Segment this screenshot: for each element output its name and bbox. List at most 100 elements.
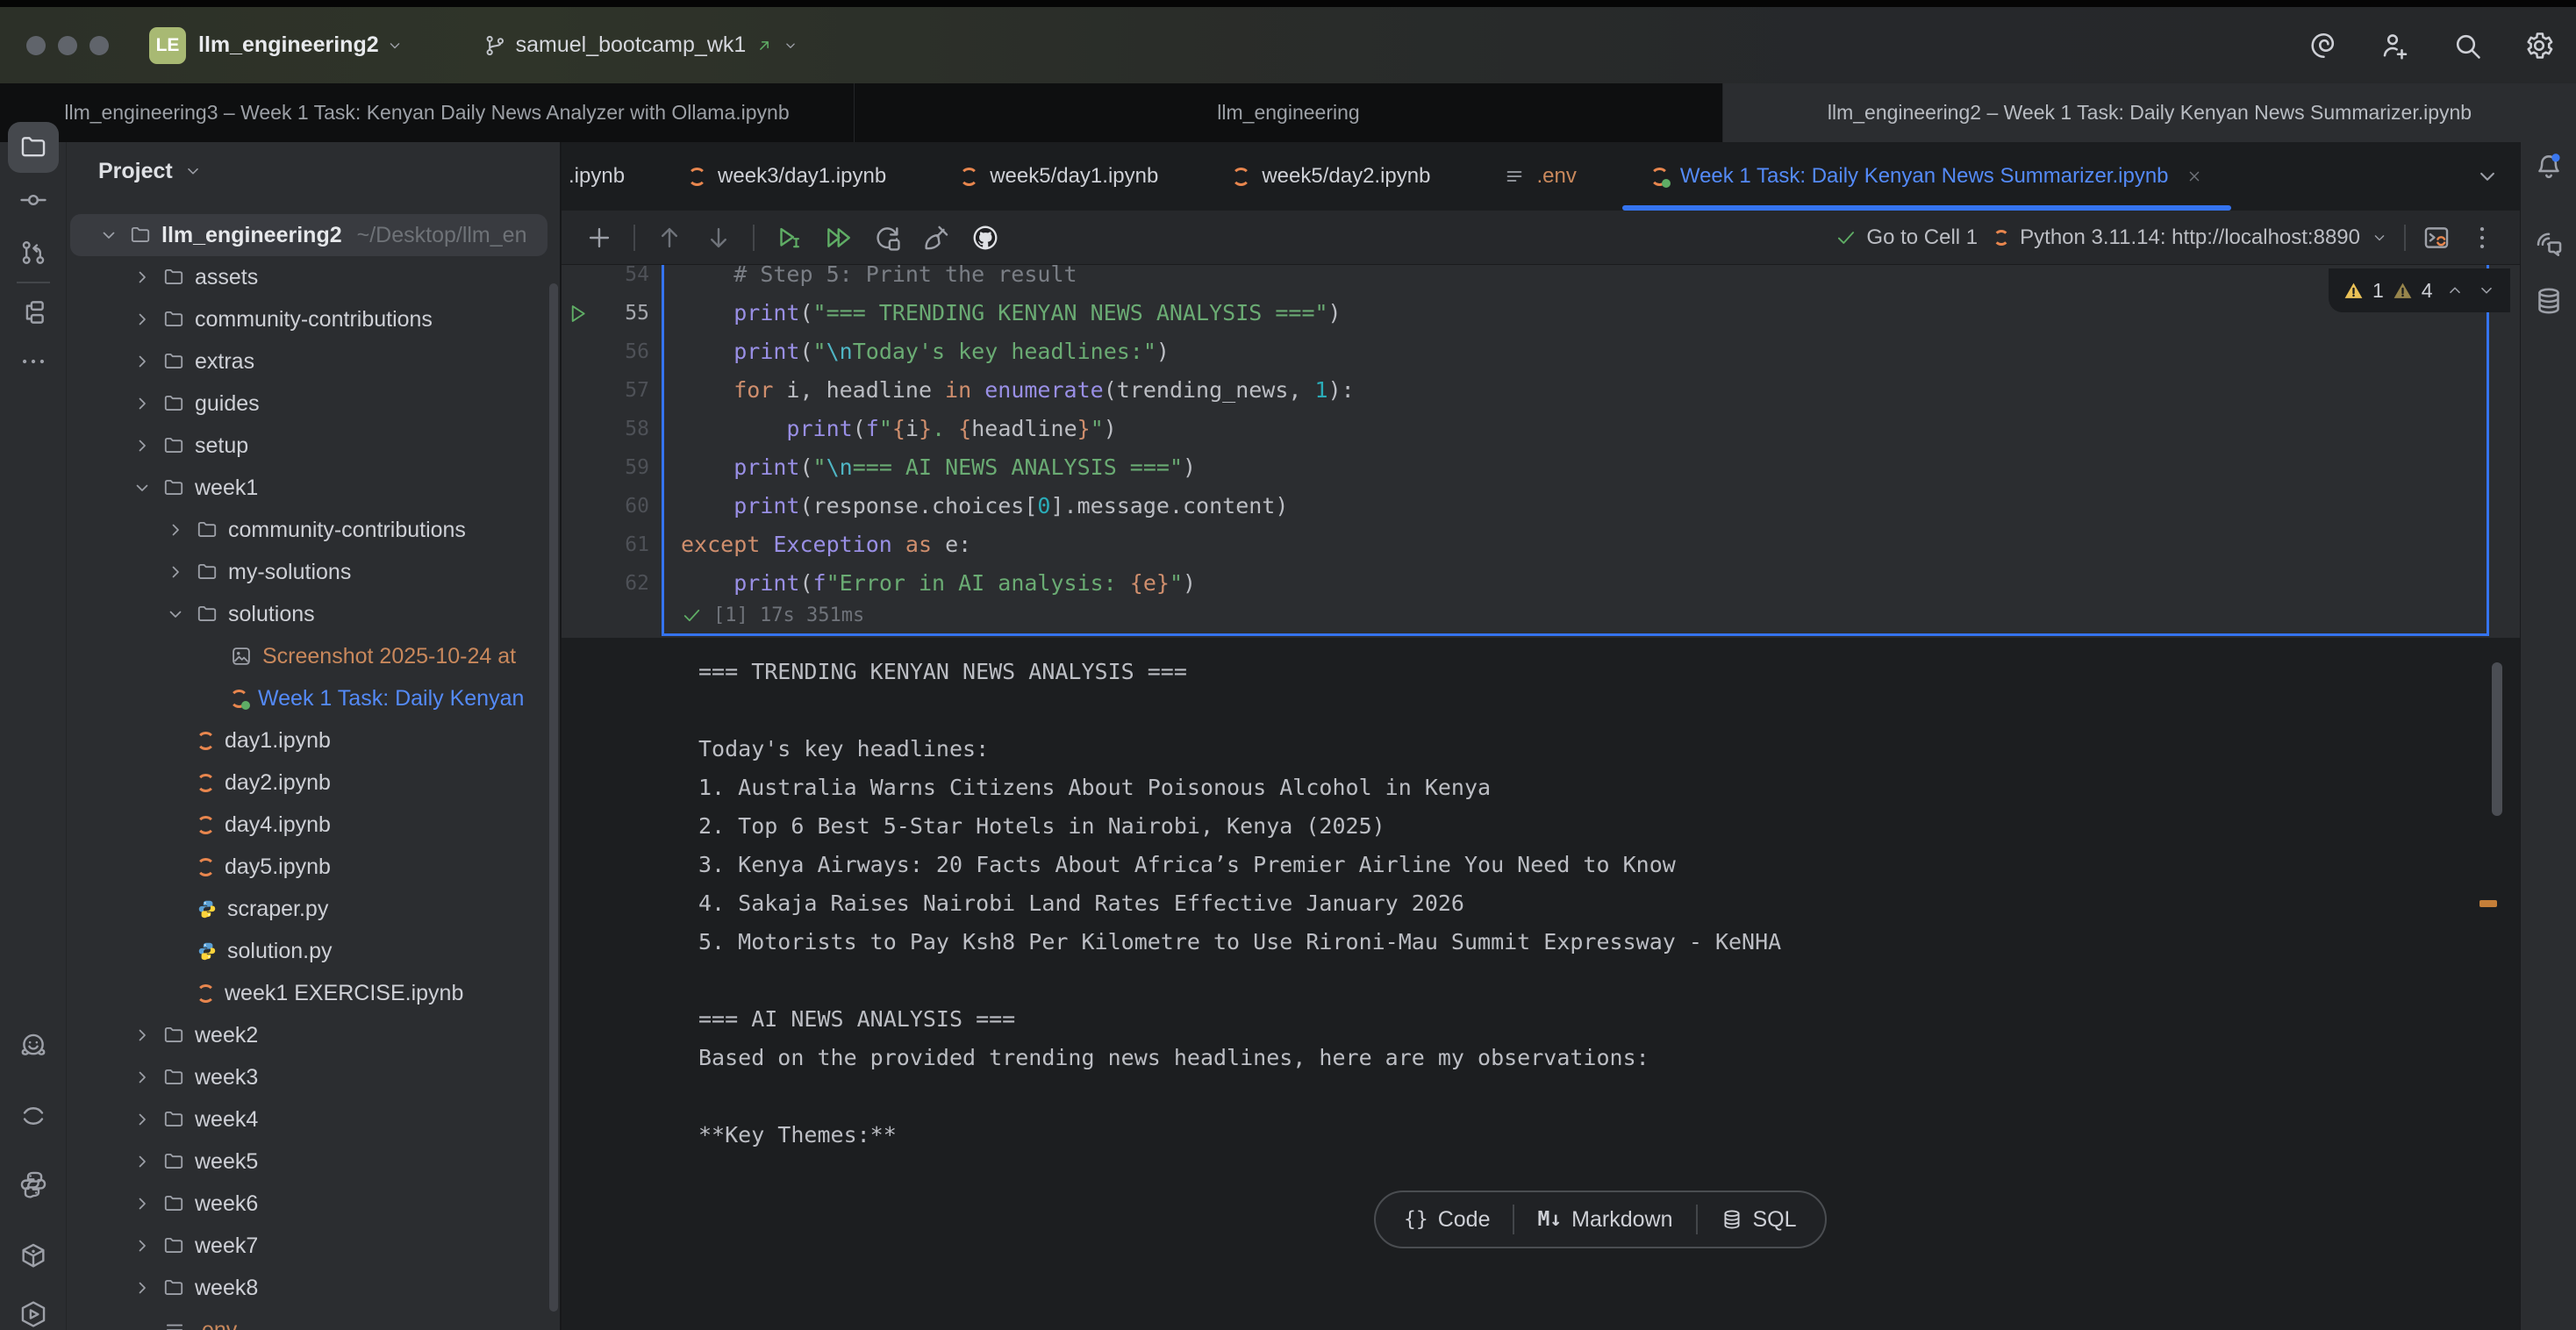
settings-button[interactable]	[2523, 30, 2555, 61]
tree-item-week4[interactable]: week4	[70, 1098, 547, 1141]
tree-item-week1-exercise-ipynb[interactable]: week1 EXERCISE.ipynb	[70, 972, 547, 1014]
go-to-cell-button[interactable]: Go to Cell 1	[1835, 225, 1978, 250]
editor-tab[interactable]: Week 1 Task: Daily Kenyan News Summarize…	[1614, 142, 2240, 211]
tree-item-solutions[interactable]: solutions	[70, 593, 547, 635]
notebook-toolbar: Go to Cell 1 Python 3.11.14: http://loca…	[562, 211, 2520, 265]
close-window-button[interactable]	[26, 36, 46, 55]
window-controls[interactable]	[26, 36, 109, 55]
tree-item-week-1-task-daily-kenyan[interactable]: Week 1 Task: Daily Kenyan	[70, 677, 547, 719]
move-down-button[interactable]	[704, 223, 733, 253]
structure-tool-icon	[18, 297, 48, 327]
tree-item-community-contributions[interactable]: community-contributions	[70, 509, 547, 551]
clear-outputs-button[interactable]	[921, 223, 951, 253]
run-tool-button[interactable]	[8, 1289, 59, 1330]
jupyter-console-button[interactable]	[2422, 223, 2451, 253]
tree-item-day5-ipynb[interactable]: day5.ipynb	[70, 846, 547, 888]
hugging-face-tool-button[interactable]	[8, 1020, 59, 1071]
tree-item-extras[interactable]: extras	[70, 340, 547, 383]
switcher-label: Markdown	[1571, 1207, 1672, 1233]
add-sql-cell-button[interactable]: SQL	[1698, 1192, 1820, 1247]
tree-item-day2-ipynb[interactable]: day2.ipynb	[70, 762, 547, 804]
version-control-tool-button[interactable]	[8, 227, 59, 278]
tree-item-guides[interactable]: guides	[70, 383, 547, 425]
cell-focus-border	[2487, 265, 2489, 636]
editor-scrollbar[interactable]	[2492, 662, 2502, 816]
structure-tool-button[interactable]	[8, 287, 59, 338]
tree-item-week3[interactable]: week3	[70, 1056, 547, 1098]
ai-assistant-button[interactable]	[2308, 30, 2339, 61]
chevron-down-icon[interactable]	[386, 37, 404, 54]
project-name[interactable]: llm_engineering2	[198, 32, 379, 58]
tree-item-week1[interactable]: week1	[70, 467, 547, 509]
folder-icon	[162, 1024, 185, 1047]
tree-item-solution-py[interactable]: solution.py	[70, 930, 547, 972]
tree-item-community-contributions[interactable]: community-contributions	[70, 298, 547, 340]
folder-icon	[162, 476, 185, 499]
tree-item-llm-engineering2[interactable]: llm_engineering2~/Desktop/llm_en	[70, 214, 547, 256]
jupyter-tool-button[interactable]	[8, 1090, 59, 1141]
editor-tab[interactable]: week3/day1.ipynb	[651, 142, 923, 211]
python-packages-tool-button[interactable]	[8, 1231, 59, 1282]
maximize-window-button[interactable]	[89, 36, 109, 55]
run-select-button[interactable]	[774, 223, 804, 253]
editor-tab[interactable]: .ipynb	[562, 142, 651, 211]
database-tool-button[interactable]	[2530, 282, 2567, 319]
tree-item-week8[interactable]: week8	[70, 1267, 547, 1309]
tree-chevron-icon	[132, 1067, 153, 1088]
tree-item-day4-ipynb[interactable]: day4.ipynb	[70, 804, 547, 846]
more-options-button[interactable]	[2467, 223, 2497, 253]
tree-item-setup[interactable]: setup	[70, 425, 547, 467]
window-tab[interactable]: llm_engineering2 – Week 1 Task: Daily Ke…	[1723, 83, 2576, 142]
minimize-window-button[interactable]	[58, 36, 77, 55]
window-tab[interactable]: llm_engineering	[855, 83, 1723, 142]
line-number: 62	[562, 564, 649, 603]
editor-tab[interactable]: week5/day1.ipynb	[923, 142, 1195, 211]
editor-tab[interactable]: week5/day2.ipynb	[1195, 142, 1467, 211]
add-code-cell-button[interactable]: {}Code	[1381, 1192, 1513, 1247]
folder-icon	[162, 1192, 185, 1215]
tree-item-label: community-contributions	[195, 307, 433, 332]
tree-item-week5[interactable]: week5	[70, 1141, 547, 1183]
problems-widget[interactable]: 1 4	[2329, 268, 2510, 312]
move-up-button[interactable]	[655, 223, 684, 253]
search-button[interactable]	[2451, 30, 2483, 61]
hidden-tabs-icon[interactable]	[2474, 163, 2501, 189]
editor-tab[interactable]: .env	[1467, 142, 1613, 211]
tree-item-week6[interactable]: week6	[70, 1183, 547, 1225]
notebook-toolbar-left	[584, 223, 1000, 253]
close-tab-icon[interactable]	[2186, 168, 2203, 185]
tree-item-env[interactable]: .env	[70, 1309, 547, 1330]
branch-widget[interactable]: samuel_bootcamp_wk1	[483, 32, 799, 58]
prev-problem-button[interactable]	[2445, 281, 2465, 300]
restart-kernel-button[interactable]	[872, 223, 902, 253]
warning-stripe-mark[interactable]	[2479, 900, 2497, 907]
editor-tab-label: week5/day2.ipynb	[1262, 164, 1430, 189]
add-user-button[interactable]	[2379, 30, 2411, 61]
add-cell-button[interactable]	[584, 223, 614, 253]
commit-tool-button[interactable]	[8, 175, 59, 225]
run-line-icon[interactable]	[567, 302, 590, 325]
more-tools-button[interactable]	[8, 336, 59, 387]
tree-item-day1-ipynb[interactable]: day1.ipynb	[70, 719, 547, 762]
editor-tab-label: .ipynb	[569, 164, 625, 189]
window-tab[interactable]: llm_engineering3 – Week 1 Task: Kenyan D…	[0, 83, 855, 142]
code-editor[interactable]: # Step 5: Print the result print("=== TR…	[681, 265, 1355, 603]
tree-item-my-solutions[interactable]: my-solutions	[70, 551, 547, 593]
github-button[interactable]	[970, 223, 1000, 253]
next-problem-button[interactable]	[2477, 281, 2496, 300]
tree-scrollbar[interactable]	[549, 283, 558, 1312]
project-panel-header[interactable]: Project	[98, 151, 203, 191]
ai-assistant-tool-button[interactable]	[2530, 225, 2567, 262]
project-tool-button[interactable]	[8, 122, 59, 173]
tree-item-screenshot-2025-10-24-at[interactable]: Screenshot 2025-10-24 at	[70, 635, 547, 677]
add-markdown-cell-button[interactable]: M↓Markdown	[1514, 1192, 1695, 1247]
tree-item-scraper-py[interactable]: scraper.py	[70, 888, 547, 930]
tree-item-week7[interactable]: week7	[70, 1225, 547, 1267]
kernel-selector[interactable]: Python 3.11.14: http://localhost:8890	[1993, 225, 2388, 250]
code-cell[interactable]: 545556575859606162 # Step 5: Print the r…	[562, 265, 2520, 638]
tree-item-assets[interactable]: assets	[70, 256, 547, 298]
python-console-tool-button[interactable]	[8, 1159, 59, 1210]
run-all-button[interactable]	[823, 223, 853, 253]
notifications-button[interactable]	[2530, 148, 2567, 185]
tree-item-week2[interactable]: week2	[70, 1014, 547, 1056]
